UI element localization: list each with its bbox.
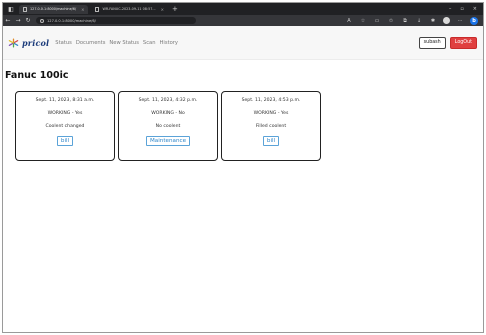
back-icon[interactable]: ← [3, 17, 13, 24]
card-date: Sept. 11, 2023, 8:31 a.m. [35, 98, 95, 103]
more-menu-icon[interactable]: ··· [456, 18, 464, 24]
close-window-icon[interactable]: × [473, 6, 477, 12]
status-card: Sept. 11, 2023, 4:32 p.m. WORKING - No N… [118, 91, 218, 161]
card-status: Filled coolent [255, 124, 287, 129]
url-text: 127.0.0.1:8000/machine/6/ [47, 18, 96, 23]
tab-label: 127.0.0.1:8000/machine/6/ [30, 7, 77, 11]
user-button[interactable]: subash [418, 36, 446, 49]
copilot-icon[interactable]: b [470, 16, 478, 25]
maximize-icon[interactable]: ▫ [460, 6, 463, 12]
card-status: No coolent [155, 124, 181, 129]
address-bar: ← → ↻ 127.0.0.1:8000/machine/6/ A ☆ ▭ ✩ … [3, 15, 483, 26]
new-tab-icon[interactable]: + [172, 5, 178, 13]
logout-button[interactable]: LogOut [449, 36, 477, 49]
page-icon [95, 6, 100, 12]
card-date: Sept. 11, 2023, 4:32 p.m. [138, 98, 198, 103]
favorite-star-icon[interactable]: ☆ [359, 18, 367, 24]
bill-button[interactable]: bill [56, 136, 74, 146]
window-controls: – ▫ × [449, 6, 483, 12]
page-title: Fanuc 100ic [5, 70, 69, 81]
app-navbar: pricol Status Documents New Status Scan … [3, 26, 483, 60]
status-card: Sept. 11, 2023, 8:31 a.m. WORKING - Yes … [15, 91, 115, 161]
browser-toolbar: A ☆ ▭ ✩ ⧉ ↓ ✱ ··· b [345, 16, 483, 25]
nav-actions: subash LogOut [418, 36, 477, 49]
brand-logo[interactable]: pricol [8, 38, 49, 48]
card-working: WORKING - Yes [253, 111, 289, 116]
refresh-icon[interactable]: ↻ [23, 17, 33, 24]
brand-name: pricol [22, 37, 50, 48]
maintenance-button[interactable]: Maintenance [145, 136, 191, 146]
nav-link-status[interactable]: Status [55, 40, 72, 46]
card-working: WORKING - No [151, 111, 185, 116]
read-aloud-icon[interactable]: A [345, 18, 353, 24]
url-field[interactable]: 127.0.0.1:8000/machine/6/ [36, 17, 196, 24]
window-menu-icon[interactable]: ◧ [6, 4, 16, 14]
status-card: Sept. 11, 2023, 4:53 p.m. WORKING - Yes … [221, 91, 321, 161]
minimize-icon[interactable]: – [449, 6, 452, 12]
brand-star-icon [8, 38, 19, 47]
status-cards: Sept. 11, 2023, 8:31 a.m. WORKING - Yes … [15, 91, 321, 161]
browser-tab-1[interactable]: 127.0.0.1:8000/machine/6/ × [19, 4, 89, 14]
card-working: WORKING - Yes [47, 111, 83, 116]
favorites-icon[interactable]: ✩ [387, 18, 395, 24]
downloads-icon[interactable]: ↓ [415, 18, 423, 24]
extensions-icon[interactable]: ✱ [429, 18, 437, 24]
tab-label: WR-FANUC-2023-09-11 08:57... [102, 7, 156, 11]
card-status: Coolent changed [45, 124, 85, 129]
nav-link-new-status[interactable]: New Status [109, 40, 139, 46]
nav-link-history[interactable]: History [160, 40, 178, 46]
forward-icon[interactable]: → [13, 17, 23, 24]
split-screen-icon[interactable]: ▭ [373, 18, 381, 24]
browser-tab-2[interactable]: WR-FANUC-2023-09-11 08:57... × [91, 5, 168, 14]
nav-links: Status Documents New Status Scan History [55, 40, 178, 46]
close-icon[interactable]: × [161, 7, 164, 12]
profile-avatar[interactable] [443, 17, 450, 24]
nav-link-documents[interactable]: Documents [76, 40, 106, 46]
nav-link-scan[interactable]: Scan [143, 40, 156, 46]
page-icon [23, 6, 27, 12]
close-icon[interactable]: × [81, 7, 84, 12]
bill-button[interactable]: bill [262, 136, 280, 146]
tab-strip: ◧ 127.0.0.1:8000/machine/6/ × WR-FANUC-2… [3, 3, 483, 15]
site-info-icon[interactable] [40, 18, 44, 23]
card-date: Sept. 11, 2023, 4:53 p.m. [241, 98, 301, 103]
browser-window: ◧ 127.0.0.1:8000/machine/6/ × WR-FANUC-2… [2, 2, 484, 333]
collections-icon[interactable]: ⧉ [401, 18, 409, 24]
